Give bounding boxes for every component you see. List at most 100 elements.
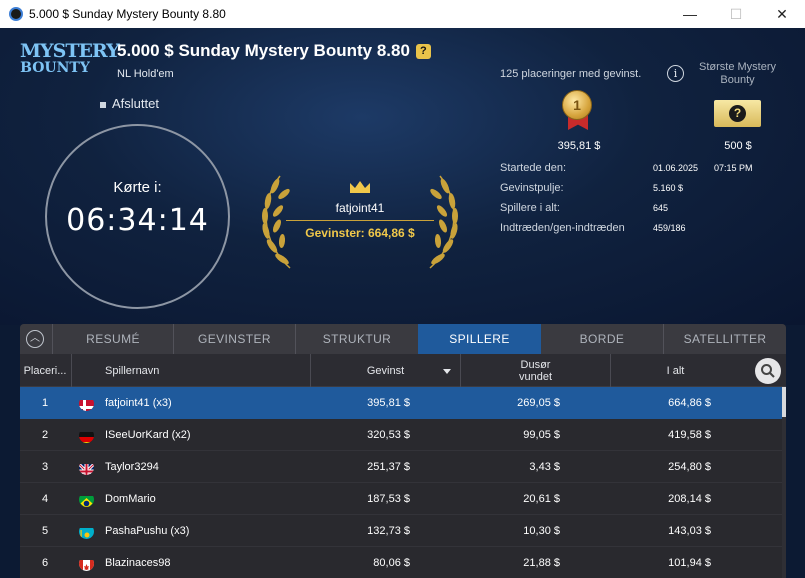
search-icon	[761, 364, 775, 378]
table-row[interactable]: 1 fatjoint41 (x3) 395,81 $ 269,05 $ 664,…	[20, 387, 782, 419]
tab-spillere[interactable]: SPILLERE	[418, 324, 541, 354]
stat-pool-label: Gevinstpulje:	[500, 182, 564, 194]
stat-prize-pool: Gevinstpulje: 5.160 $	[500, 182, 800, 196]
row-player-name: DomMario	[105, 493, 156, 505]
uk-flag-icon	[79, 460, 94, 475]
close-button[interactable]: ✕	[759, 0, 805, 28]
row-total: 143,03 $	[668, 525, 711, 537]
brazil-flag-icon	[79, 492, 94, 507]
stat-pool-value: 5.160 $	[653, 183, 684, 193]
stat-players-label: Spillere i alt:	[500, 202, 560, 214]
table-row[interactable]: 2 ISeeUorKard (x2) 320,53 $ 99,05 $ 419,…	[20, 419, 782, 451]
help-badge-icon[interactable]: ?	[415, 44, 431, 60]
tournament-title: 5.000 $ Sunday Mystery Bounty 8.80	[117, 41, 410, 60]
row-bounty: 20,61 $	[523, 493, 560, 505]
tab-resume[interactable]: RESUMÉ	[52, 324, 173, 354]
table-scroll-thumb[interactable]	[782, 387, 786, 417]
row-rank: 4	[41, 493, 49, 505]
table-row[interactable]: 6 Blazinaces98 80,06 $ 21,88 $ 101,94 $	[20, 547, 782, 578]
tab-struktur[interactable]: STRUKTUR	[295, 324, 418, 354]
tab-gevinster[interactable]: GEVINSTER	[173, 324, 295, 354]
kazakhstan-flag-icon	[79, 524, 94, 539]
biggest-bounty-amount: 500 $	[724, 140, 752, 152]
game-type: NL Hold'em	[117, 68, 174, 80]
row-player-name: PashaPushu (x3)	[105, 525, 190, 537]
tab-satellitter[interactable]: SATELLITTER	[663, 324, 786, 354]
row-prize: 395,81 $	[367, 397, 410, 409]
row-player-name: fatjoint41 (x3)	[105, 397, 172, 409]
germany-flag-icon	[79, 428, 94, 443]
row-rank: 1	[41, 397, 49, 409]
clock-time: 06:34:14	[66, 203, 209, 238]
col-bounty[interactable]: Dusør vundet	[460, 354, 610, 387]
stat-started: Startede den: 01.06.2025 07:15 PM	[500, 162, 800, 176]
status-label: Afsluttet	[112, 96, 159, 111]
stat-entries-label: Indtræden/gen-indtræden	[500, 222, 625, 234]
winner-divider	[286, 220, 434, 221]
tournament-title-row: 5.000 $ Sunday Mystery Bounty 8.80?	[117, 41, 431, 61]
table-row[interactable]: 5 PashaPushu (x3) 132,73 $ 10,30 $ 143,0…	[20, 515, 782, 547]
row-prize: 187,53 $	[367, 493, 410, 505]
row-player-name: Taylor3294	[105, 461, 159, 473]
row-bounty: 269,05 $	[517, 397, 560, 409]
stat-started-time: 07:15 PM	[714, 163, 753, 173]
collapse-chevron-icon[interactable]: ︿	[26, 330, 44, 348]
places-paid: 125 placeringer med gevinst.	[500, 68, 642, 80]
canada-flag-icon	[79, 556, 94, 571]
row-total: 419,58 $	[668, 429, 711, 441]
first-place-medal-icon: 1	[562, 90, 594, 132]
row-bounty: 3,43 $	[529, 461, 560, 473]
winner-prize: Gevinster: 664,86 $	[305, 226, 415, 240]
row-bounty: 21,88 $	[523, 557, 560, 569]
search-button[interactable]	[755, 358, 781, 384]
row-total: 101,94 $	[668, 557, 711, 569]
col-rank[interactable]: Placeri...	[20, 354, 70, 387]
maximize-button[interactable]: ☐	[713, 0, 759, 28]
row-prize: 132,73 $	[367, 525, 410, 537]
medal-disc: 1	[562, 90, 592, 120]
stat-started-label: Startede den:	[500, 162, 567, 174]
window-titlebar: 5.000 $ Sunday Mystery Bounty 8.80 — ☐ ✕	[0, 0, 805, 28]
stat-entries-value: 459/186	[653, 223, 686, 233]
row-prize: 320,53 $	[367, 429, 410, 441]
stat-players: Spillere i alt: 645	[500, 202, 800, 216]
winner-name: fatjoint41	[335, 201, 385, 215]
window-title: 5.000 $ Sunday Mystery Bounty 8.80	[29, 7, 226, 21]
row-rank: 5	[41, 525, 49, 537]
tournament-header: MYSTERY BOUNTY 5.000 $ Sunday Mystery Bo…	[0, 28, 805, 325]
logo-line-2: BOUNTY	[20, 60, 90, 76]
clock-label: Kørte i:	[113, 179, 162, 196]
col-player-name[interactable]: Spillernavn	[71, 354, 310, 387]
winner-wreath: fatjoint41 Gevinster: 664,86 $	[250, 156, 470, 276]
minimize-button[interactable]: —	[667, 0, 713, 28]
first-place-amount: 395,81 $	[557, 140, 601, 152]
row-total: 254,80 $	[668, 461, 711, 473]
row-prize: 251,37 $	[367, 461, 410, 473]
row-player-name: ISeeUorKard (x2)	[105, 429, 191, 441]
tab-bar: ︿ RESUMÉ GEVINSTER STRUKTUR SPILLERE BOR…	[20, 324, 786, 354]
tournament-status: Afsluttet	[100, 96, 159, 111]
stat-started-date: 01.06.2025	[653, 163, 699, 173]
row-prize: 80,06 $	[373, 557, 410, 569]
row-bounty: 99,05 $	[523, 429, 560, 441]
stat-players-value: 645	[653, 203, 669, 213]
denmark-flag-icon	[79, 396, 94, 411]
mystery-bounty-logo: MYSTERY BOUNTY	[20, 40, 120, 76]
row-bounty: 10,30 $	[523, 525, 560, 537]
col-prize[interactable]: Gevinst	[310, 354, 460, 387]
tab-borde[interactable]: BORDE	[541, 324, 663, 354]
table-header: Placeri... Spillernavn Gevinst Dusør vun…	[20, 354, 786, 387]
status-square-icon	[100, 101, 106, 108]
logo-line-1: MYSTERY	[20, 40, 120, 62]
row-rank: 2	[41, 429, 49, 441]
table-row[interactable]: 4 DomMario 187,53 $ 20,61 $ 208,14 $	[20, 483, 782, 515]
sort-down-icon	[443, 369, 451, 374]
col-total[interactable]: I alt	[610, 354, 760, 387]
players-panel: ︿ RESUMÉ GEVINSTER STRUKTUR SPILLERE BOR…	[20, 324, 786, 578]
laurel-wreath-icon	[262, 175, 458, 269]
table-row[interactable]: 3 Taylor3294 251,37 $ 3,43 $ 254,80 $	[20, 451, 782, 483]
row-rank: 6	[41, 557, 49, 569]
info-icon[interactable]: i	[667, 65, 684, 82]
crown-icon	[350, 181, 370, 193]
duration-clock: Kørte i: 06:34:14	[45, 124, 230, 309]
